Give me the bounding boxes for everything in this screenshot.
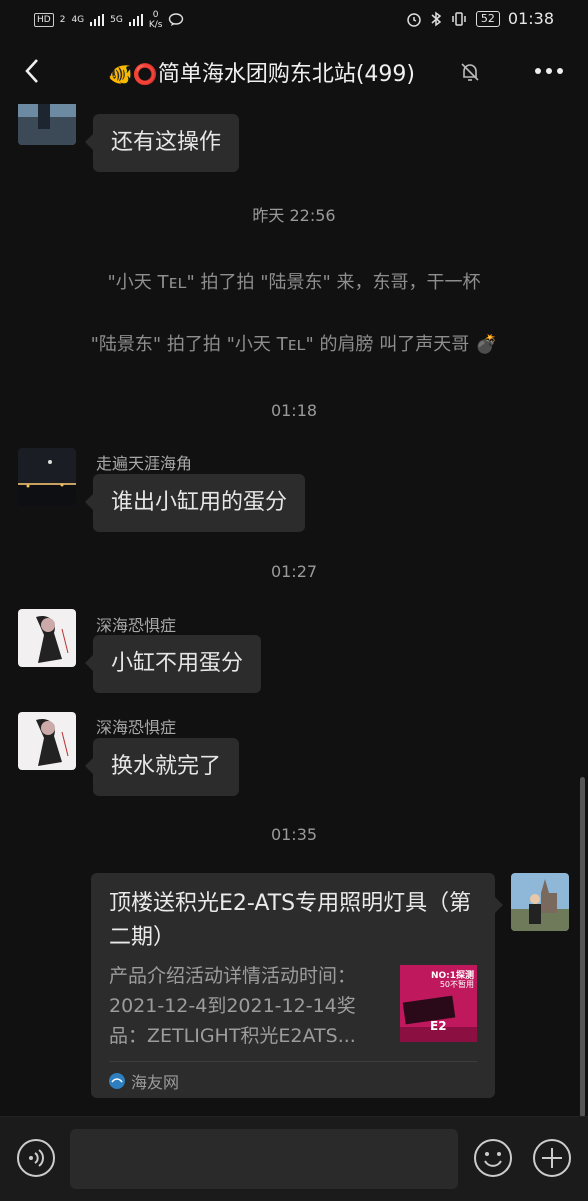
own-avatar[interactable] — [511, 873, 569, 931]
mute-bell-icon — [461, 63, 479, 81]
signal-icon — [128, 14, 143, 26]
message-text: 小缸不用蛋分 — [111, 651, 244, 676]
link-card-source: 海友网 — [109, 1069, 179, 1093]
system-message-text: "陆景东" 拍了拍 "小天 Tᴇʟ" 的肩膀 叫了声天哥 — [90, 334, 470, 355]
alarm-icon — [407, 12, 421, 27]
more-options-icon[interactable] — [534, 66, 564, 76]
circle-emoji: ⭕ — [132, 62, 158, 86]
timestamp: 01:35 — [270, 825, 318, 844]
avatar[interactable] — [18, 104, 76, 145]
hd-indicator: HD — [34, 13, 54, 27]
sender-name: 走遍天涯海角 — [96, 454, 193, 473]
message-list[interactable]: 还有这操作 昨天 22:56 "小天 Tᴇʟ" 拍了拍 "陆景东" 来，东哥，干… — [0, 104, 588, 1116]
source-name: 海友网 — [131, 1073, 180, 1092]
sender-name: 深海恐惧症 — [96, 718, 177, 737]
plus-icon[interactable] — [532, 1138, 572, 1178]
network-4g: 4G — [71, 15, 85, 25]
thumbnail-text: 50不暂用 — [439, 980, 474, 989]
message-bubble[interactable]: 还有这操作 — [84, 114, 240, 172]
message-bubble[interactable]: 谁出小缸用的蛋分 — [84, 474, 306, 532]
system-message: "陆景东" 拍了拍 "小天 Tᴇʟ" 的肩膀 叫了声天哥 💣 — [0, 330, 588, 356]
clock: 01:38 — [507, 9, 554, 28]
message-input[interactable] — [70, 1129, 458, 1189]
message-text: 谁出小缸用的蛋分 — [111, 490, 288, 515]
link-card-thumbnail: NO:1探测 50不暂用 E2 — [400, 965, 477, 1042]
message-bubble[interactable]: 换水就完了 — [84, 738, 240, 796]
signal-icon — [90, 14, 105, 26]
input-bar — [0, 1116, 588, 1201]
thumbnail-label: E2 — [430, 1019, 447, 1033]
scrollbar[interactable] — [580, 777, 585, 1117]
sim-indicator: 2 — [59, 15, 66, 25]
timestamp: 01:27 — [270, 562, 318, 581]
divider — [109, 1061, 477, 1062]
link-card-description: 产品介绍活动详情活动时间：2021-12-4到2021-12-14奖品：ZETL… — [109, 965, 357, 1047]
avatar[interactable] — [18, 609, 76, 667]
vibrate-icon — [452, 11, 466, 26]
battery-indicator: 52 — [475, 10, 500, 27]
sender-name: 深海恐惧症 — [96, 616, 177, 635]
bomb-emoji: 💣 — [475, 334, 498, 355]
network-5g: 5G — [110, 15, 123, 25]
avatar[interactable] — [18, 448, 76, 506]
link-card[interactable]: 顶楼送积光E2-ATS专用照明灯具（第二期） 产品介绍活动详情活动时间：2021… — [91, 873, 503, 1098]
message-text: 还有这操作 — [111, 130, 222, 155]
chat-bubble-icon — [169, 13, 184, 26]
chat-header: 🐠⭕简单海水团购东北站(499) — [0, 38, 588, 104]
back-icon[interactable] — [20, 56, 46, 86]
source-logo-icon — [109, 1073, 125, 1089]
system-message: "小天 Tᴇʟ" 拍了拍 "陆景东" 来，东哥，干一杯 — [107, 272, 481, 293]
network-speed: 0 K/s — [148, 10, 163, 30]
status-bar: HD 2 4G 5G 0 K/s 52 01:38 — [0, 0, 588, 38]
group-name: 简单海水团购东北站(499) — [157, 62, 415, 87]
timestamp: 01:18 — [270, 401, 318, 420]
emoji-icon[interactable] — [473, 1138, 513, 1178]
bluetooth-icon — [431, 11, 442, 26]
fish-emoji: 🐠 — [108, 62, 133, 86]
chat-title: 🐠⭕简单海水团购东北站(499) — [108, 56, 415, 88]
link-card-title: 顶楼送积光E2-ATS专用照明灯具（第二期） — [109, 891, 472, 950]
message-text: 换水就完了 — [111, 754, 222, 779]
voice-icon[interactable] — [16, 1138, 56, 1178]
avatar[interactable] — [18, 712, 76, 770]
timestamp: 昨天 22:56 — [252, 206, 336, 225]
message-bubble[interactable]: 小缸不用蛋分 — [84, 635, 262, 693]
